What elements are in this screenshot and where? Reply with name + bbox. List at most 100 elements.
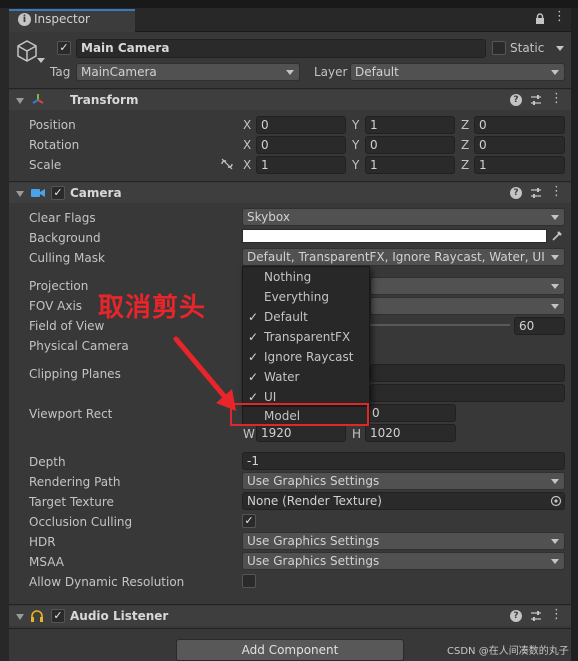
scale-z-field[interactable]: 1 <box>474 156 565 174</box>
right-scrollbar-strip[interactable] <box>571 8 578 661</box>
unlinked-scale-icon[interactable] <box>220 158 234 170</box>
position-z-field[interactable]: 0 <box>474 116 565 134</box>
chevron-down-icon <box>551 559 559 564</box>
popup-item-water[interactable]: ✓ Water <box>243 367 369 387</box>
viewport-w-field[interactable]: 1920 <box>256 424 346 442</box>
msaa-dropdown[interactable]: Use Graphics Settings <box>242 552 565 570</box>
foldout-arrow-icon[interactable] <box>16 614 24 620</box>
scale-y-field[interactable]: 1 <box>365 156 455 174</box>
foldout-arrow-icon[interactable] <box>16 98 24 104</box>
audio-listener-enabled-checkbox[interactable]: ✓ <box>51 609 65 623</box>
clipping-far-field[interactable] <box>370 384 565 402</box>
help-icon[interactable]: ? <box>510 610 522 622</box>
viewport-h-field[interactable]: 1020 <box>365 424 456 442</box>
chevron-down-icon <box>551 539 559 544</box>
gameobject-name-input[interactable]: Main Camera <box>76 39 486 58</box>
fov-label: Field of View <box>29 319 105 333</box>
clipping-planes-label: Clipping Planes <box>29 367 121 381</box>
icon-dropdown-caret[interactable] <box>37 58 45 63</box>
rotation-z-field[interactable]: 0 <box>474 136 565 154</box>
add-component-button[interactable]: Add Component <box>176 639 404 661</box>
y-label[interactable]: Y <box>352 118 359 132</box>
chevron-down-icon <box>551 479 559 484</box>
lock-icon[interactable] <box>534 13 546 25</box>
chevron-down-icon <box>551 304 559 309</box>
left-strip <box>0 8 9 661</box>
popup-item-label: Nothing <box>264 270 312 284</box>
msaa-label: MSAA <box>29 555 64 569</box>
active-checkbox[interactable]: ✓ <box>57 41 71 55</box>
component-menu-icon[interactable]: ⋮ <box>550 608 563 621</box>
fov-axis-label: FOV Axis <box>29 299 83 313</box>
x-label[interactable]: X <box>243 138 251 152</box>
info-icon: i <box>18 13 31 26</box>
static-dropdown-caret-icon[interactable] <box>556 46 564 52</box>
x-label[interactable]: X <box>243 118 251 132</box>
preset-sliders-icon[interactable] <box>530 187 542 199</box>
foldout-arrow-icon[interactable] <box>16 191 24 197</box>
object-picker-icon[interactable] <box>550 495 562 507</box>
popup-item-label: Ignore Raycast <box>264 350 354 364</box>
hdr-dropdown[interactable]: Use Graphics Settings <box>242 532 565 550</box>
checkmark-icon: ✓ <box>248 310 259 324</box>
background-color-swatch[interactable] <box>242 229 547 243</box>
viewport-h-label[interactable]: H <box>352 427 361 441</box>
depth-field[interactable]: -1 <box>242 452 565 470</box>
popup-item-default[interactable]: ✓ Default <box>243 307 369 327</box>
clear-flags-dropdown[interactable]: Skybox <box>242 208 565 226</box>
dynamic-resolution-checkbox[interactable] <box>242 574 256 588</box>
y-label[interactable]: Y <box>352 158 359 172</box>
chevron-down-icon <box>286 70 294 75</box>
popup-item-nothing[interactable]: Nothing <box>243 267 369 287</box>
divider <box>9 181 571 182</box>
layer-dropdown[interactable]: Default <box>350 63 565 81</box>
scale-x-field[interactable]: 1 <box>256 156 346 174</box>
component-menu-icon[interactable]: ⋮ <box>550 92 563 105</box>
y-label[interactable]: Y <box>352 138 359 152</box>
static-checkbox[interactable] <box>492 41 506 55</box>
help-icon[interactable]: ? <box>510 187 522 199</box>
rotation-y-field[interactable]: 0 <box>365 136 455 154</box>
tag-dropdown[interactable]: MainCamera <box>76 63 300 81</box>
rotation-x-field[interactable]: 0 <box>256 136 346 154</box>
z-label[interactable]: Z <box>461 158 469 172</box>
component-menu-icon[interactable]: ⋮ <box>550 185 563 198</box>
help-icon[interactable]: ? <box>510 94 522 106</box>
eyedropper-icon[interactable] <box>551 230 563 242</box>
culling-mask-dropdown[interactable]: Default, TransparentFX, Ignore Raycast, … <box>242 248 565 266</box>
rendering-path-dropdown[interactable]: Use Graphics Settings <box>242 472 565 490</box>
annotation-highlight-box <box>230 403 369 426</box>
z-label[interactable]: Z <box>461 138 469 152</box>
transform-title: Transform <box>70 93 139 107</box>
tag-value: MainCamera <box>81 65 157 79</box>
position-label: Position <box>29 118 76 132</box>
fov-value-field[interactable]: 60 <box>514 317 565 335</box>
camera-enabled-checkbox[interactable]: ✓ <box>51 186 65 200</box>
position-x-field[interactable]: 0 <box>256 116 346 134</box>
popup-item-transparentfx[interactable]: ✓ TransparentFX <box>243 327 369 347</box>
viewport-y-field[interactable]: 0 <box>367 404 456 422</box>
occlusion-culling-checkbox[interactable]: ✓ <box>242 514 256 528</box>
position-y-field[interactable]: 1 <box>365 116 455 134</box>
target-texture-field[interactable]: None (Render Texture) <box>242 492 565 510</box>
menu-dots-icon[interactable]: ⋮ <box>553 10 566 23</box>
popup-item-ignore-raycast[interactable]: ✓ Ignore Raycast <box>243 347 369 367</box>
viewport-w-label[interactable]: W <box>243 427 255 441</box>
chevron-down-icon <box>551 255 559 260</box>
culling-mask-label: Culling Mask <box>29 251 105 265</box>
culling-mask-popup: Nothing Everything ✓ Default ✓ Transparent… <box>242 266 370 406</box>
popup-item-everything[interactable]: Everything <box>243 287 369 307</box>
culling-mask-value: Default, TransparentFX, Ignore Raycast, … <box>247 250 545 264</box>
fov-axis-dropdown[interactable] <box>370 297 565 315</box>
preset-sliders-icon[interactable] <box>530 94 542 106</box>
x-label[interactable]: X <box>243 158 251 172</box>
camera-title: Camera <box>70 186 122 200</box>
preset-sliders-icon[interactable] <box>530 610 542 622</box>
rendering-path-label: Rendering Path <box>29 475 121 489</box>
popup-item-label: Default <box>264 310 308 324</box>
z-label[interactable]: Z <box>461 118 469 132</box>
divider <box>9 628 571 629</box>
rendering-path-value: Use Graphics Settings <box>247 474 380 488</box>
clipping-near-field[interactable] <box>370 364 565 382</box>
projection-dropdown[interactable] <box>370 277 565 295</box>
